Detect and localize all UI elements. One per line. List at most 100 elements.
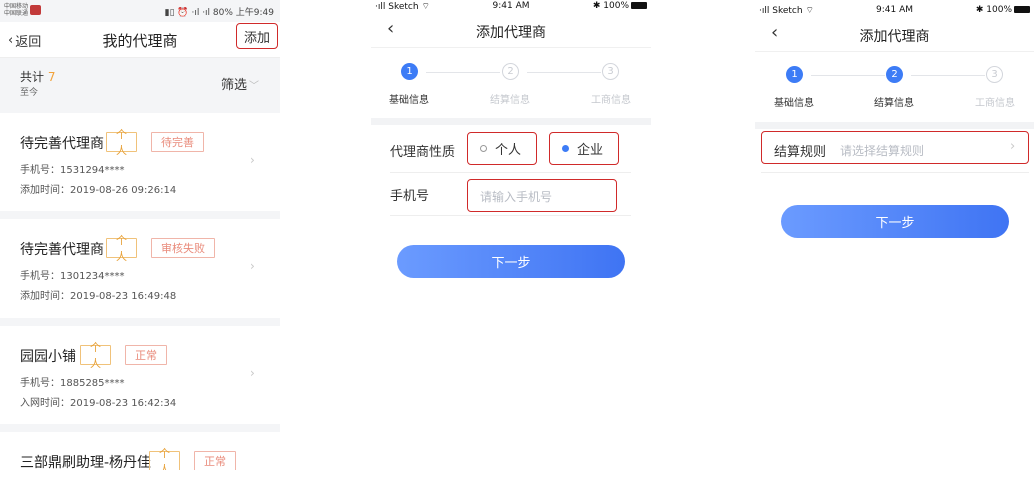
filter-label: 筛选 [221,78,248,93]
battery-icon [631,2,647,9]
since-label: 至今 [20,88,39,98]
chevron-right-icon: › [250,366,255,380]
agent-name: 待完善代理商 [20,136,104,152]
row-divider [761,172,1029,173]
step-2-dot: 2 [886,66,903,83]
status-right: ✱ 100% [976,5,1030,15]
status-tag: 待完善 [151,132,204,152]
page-title: 添加代理商 [476,25,546,41]
agent-phone: 手机号：1531294**** [20,165,125,176]
settlement-rule-placeholder: 请选择结算规则 [840,144,925,158]
total-number: 7 [47,70,56,84]
nav-bar: ‹ 添加代理商 [755,18,1034,52]
nav-bar: ‹ 返回 我的代理商 添加 [0,22,280,58]
filter-button[interactable]: 筛选 ﹀ [221,74,259,93]
radio-checked-icon [562,145,569,152]
chevron-right-icon: › [250,153,255,167]
status-right: ✱ 100% [593,1,647,11]
step-1-label: 基础信息 [389,95,429,106]
step-connector [426,72,500,73]
summary-bar: 共计 7 至今 筛选 ﹀ [0,59,280,105]
radio-personal-label: 个人 [495,143,522,158]
next-step-button[interactable]: 下一步 [397,245,625,278]
stage: 中国移动 中国联通 ▮▯ ⏰ ·ıl ·ıl 80% 上午9:49 ‹ 返回 我… [0,0,1034,500]
total-label: 共计 [20,70,45,84]
row-divider [390,172,631,173]
agent-type-label: 代理商性质 [390,145,456,160]
total-count: 共计 7 [20,68,55,85]
status-right: ▮▯ ⏰ ·ıl ·ıl 80% 上午9:49 [165,5,274,18]
agent-list-screen: 中国移动 中国联通 ▮▯ ⏰ ·ıl ·ıl 80% 上午9:49 ‹ 返回 我… [0,0,280,470]
agent-added-time: 添加时间：2019-08-26 09:26:14 [20,185,177,196]
battery-percent: 100% [603,1,629,11]
bluetooth-icon: ✱ [592,1,604,11]
app-notification-icon [30,5,41,15]
step-2-label: 结算信息 [874,98,914,109]
agent-card[interactable]: 三部鼎刷助理-杨丹佳 个人 正常 [0,432,280,470]
row-divider [390,215,631,216]
step-connector [911,75,985,76]
step-connector [811,75,885,76]
phone-label: 手机号 [390,189,430,204]
step-connector [527,72,601,73]
step-1-dot: 1 [401,63,418,80]
settlement-rule-label: 结算规则 [774,145,827,160]
carrier-bottom: 中国联通 [4,10,29,17]
status-tag: 正常 [194,451,236,470]
radio-personal[interactable]: 个人 [467,132,537,165]
section-divider [755,122,1034,129]
agent-name: 园园小铺 [20,349,76,365]
step-3-dot: 3 [986,66,1003,83]
agent-phone: 手机号：1301234**** [20,271,125,282]
add-agent-step1-screen: ·ıll Sketch ⌔ 9:41 AM ✱ 100% ‹ 添加代理商 1 2… [371,0,651,300]
radio-company[interactable]: 企业 [549,132,619,165]
battery-percent: 100% [986,5,1012,15]
status-battery-time: 80% 上午9:49 [212,8,274,18]
step-1-dot: 1 [786,66,803,83]
ios-status-bar: ·ıll Sketch ⌔ 9:41 AM ✱ 100% [755,0,1034,16]
step-3-dot: 3 [602,63,619,80]
step-2-dot: 2 [502,63,519,80]
status-bar: 中国移动 中国联通 ▮▯ ⏰ ·ıl ·ıl 80% 上午9:49 [0,0,280,22]
signal-icon: ▮▯ ⏰ ·ıl ·ıl [164,8,213,18]
settlement-rule-selector[interactable]: 结算规则 请选择结算规则 › [761,131,1029,164]
step-1-label: 基础信息 [774,98,814,109]
chevron-right-icon: › [1010,139,1016,154]
agent-card[interactable]: 待完善代理商 个人 待完善 手机号：1531294**** 添加时间：2019-… [0,113,280,211]
agent-card[interactable]: 园园小铺 个人 正常 手机号：1885285**** 入网时间：2019-08-… [0,326,280,424]
carrier-top: 中国移动 [4,3,29,10]
radio-unchecked-icon [480,145,487,152]
agent-added-time: 添加时间：2019-08-23 16:49:48 [20,291,177,302]
phone-placeholder: 请输入手机号 [480,190,553,204]
phone-input[interactable]: 请输入手机号 [467,179,617,212]
stepper: 1 2 3 基础信息 结算信息 工商信息 [755,66,1034,116]
type-tag: 个人 [149,447,180,470]
type-tag: 个人 [80,341,111,370]
step-3-label: 工商信息 [975,98,1015,109]
agent-added-time: 入网时间：2019-08-23 16:42:34 [20,398,177,409]
chevron-right-icon: › [250,259,255,273]
next-step-button[interactable]: 下一步 [781,205,1009,238]
agent-phone: 手机号：1885285**** [20,378,125,389]
section-divider [371,118,651,125]
add-agent-step2-screen: ·ıll Sketch ⌔ 9:41 AM ✱ 100% ‹ 添加代理商 1 2… [755,0,1034,300]
agent-name: 三部鼎刷助理-杨丹佳 [20,455,152,470]
status-tag: 正常 [125,345,167,365]
step-3-label: 工商信息 [591,95,631,106]
nav-bar: ‹ 添加代理商 [371,14,651,48]
carrier-label: 中国移动 中国联通 [4,3,28,17]
stepper: 1 2 3 基础信息 结算信息 工商信息 [371,60,651,110]
radio-company-label: 企业 [577,143,604,158]
step-2-label: 结算信息 [490,95,530,106]
bluetooth-icon: ✱ [975,5,987,15]
status-tag: 审核失败 [151,238,215,258]
chevron-down-icon: ﹀ [249,81,260,92]
battery-icon [1014,6,1030,13]
add-agent-button[interactable]: 添加 [236,23,278,49]
agent-card[interactable]: 待完善代理商 个人 审核失败 手机号：1301234**** 添加时间：2019… [0,219,280,318]
ios-status-bar: ·ıll Sketch ⌔ 9:41 AM ✱ 100% [371,0,651,14]
page-title: 添加代理商 [859,29,930,45]
type-tag: 个人 [106,128,137,157]
type-tag: 个人 [106,234,137,263]
agent-name: 待完善代理商 [20,242,104,258]
